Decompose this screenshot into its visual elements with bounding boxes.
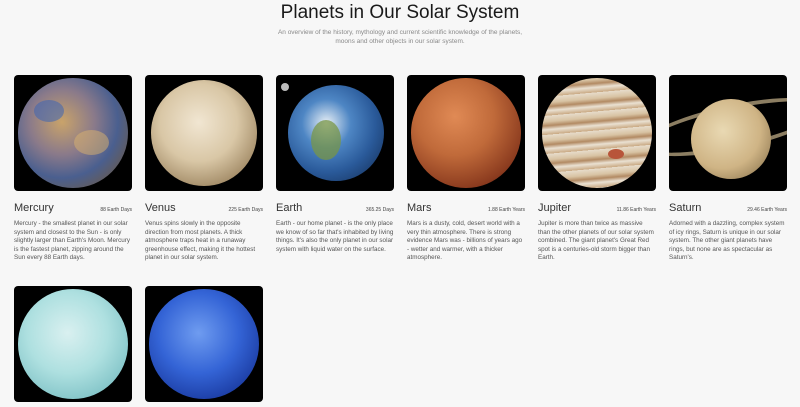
planet-orbit: 88 Earth Days: [100, 207, 132, 213]
planet-card-neptune[interactable]: [145, 286, 263, 402]
planet-description: Earth - our home planet - is the only pl…: [276, 220, 394, 253]
planet-card-saturn[interactable]: Saturn 29.46 Earth Years Adorned with a …: [669, 75, 787, 263]
page-title: Planets in Our Solar System: [280, 2, 520, 23]
planet-card-earth[interactable]: Earth 365.25 Days Earth - our home plane…: [276, 75, 394, 254]
planet-card-uranus[interactable]: [14, 286, 132, 402]
mars-image[interactable]: [407, 75, 525, 191]
planet-description: Venus spins slowly in the opposite direc…: [145, 220, 256, 262]
mercury-image[interactable]: [14, 75, 132, 191]
planet-name: Jupiter: [538, 202, 572, 214]
planet-name: Mercury: [14, 202, 54, 214]
planet-card-mercury[interactable]: Mercury 88 Earth Days Mercury - the smal…: [14, 75, 132, 263]
page-subtitle: An overview of the history, mythology an…: [277, 29, 523, 45]
planet-orbit: 29.46 Earth Years: [747, 207, 787, 213]
planet-description: Mars is a dusty, cold, desert world with…: [407, 220, 523, 262]
saturn-image[interactable]: [669, 75, 787, 191]
planet-name: Mars: [407, 202, 432, 214]
uranus-image[interactable]: [14, 286, 132, 402]
planet-card-venus[interactable]: Venus 225 Earth Days Venus spins slowly …: [145, 75, 263, 263]
planet-orbit: 1.88 Earth Years: [488, 207, 525, 213]
planet-orbit: 365.25 Days: [365, 207, 394, 213]
planet-name: Earth: [276, 202, 303, 214]
planet-card-mars[interactable]: Mars 1.88 Earth Years Mars is a dusty, c…: [407, 75, 525, 263]
planet-name: Saturn: [669, 202, 702, 214]
planet-description: Mercury - the smallest planet in our sol…: [14, 220, 130, 262]
planet-name: Venus: [145, 202, 176, 214]
earth-image[interactable]: [276, 75, 394, 191]
planet-description: Adorned with a dazzling, complex system …: [669, 220, 785, 262]
planet-description: Jupiter is more than twice as massive th…: [538, 220, 654, 262]
planet-orbit: 11.86 Earth Years: [616, 207, 656, 213]
page: Planets in Our Solar System An overview …: [0, 0, 800, 407]
planet-card-jupiter[interactable]: Jupiter 11.86 Earth Years Jupiter is mor…: [538, 75, 656, 263]
neptune-image[interactable]: [145, 286, 263, 402]
jupiter-image[interactable]: [538, 75, 656, 191]
planet-orbit: 225 Earth Days: [228, 207, 263, 213]
venus-image[interactable]: [145, 75, 263, 191]
